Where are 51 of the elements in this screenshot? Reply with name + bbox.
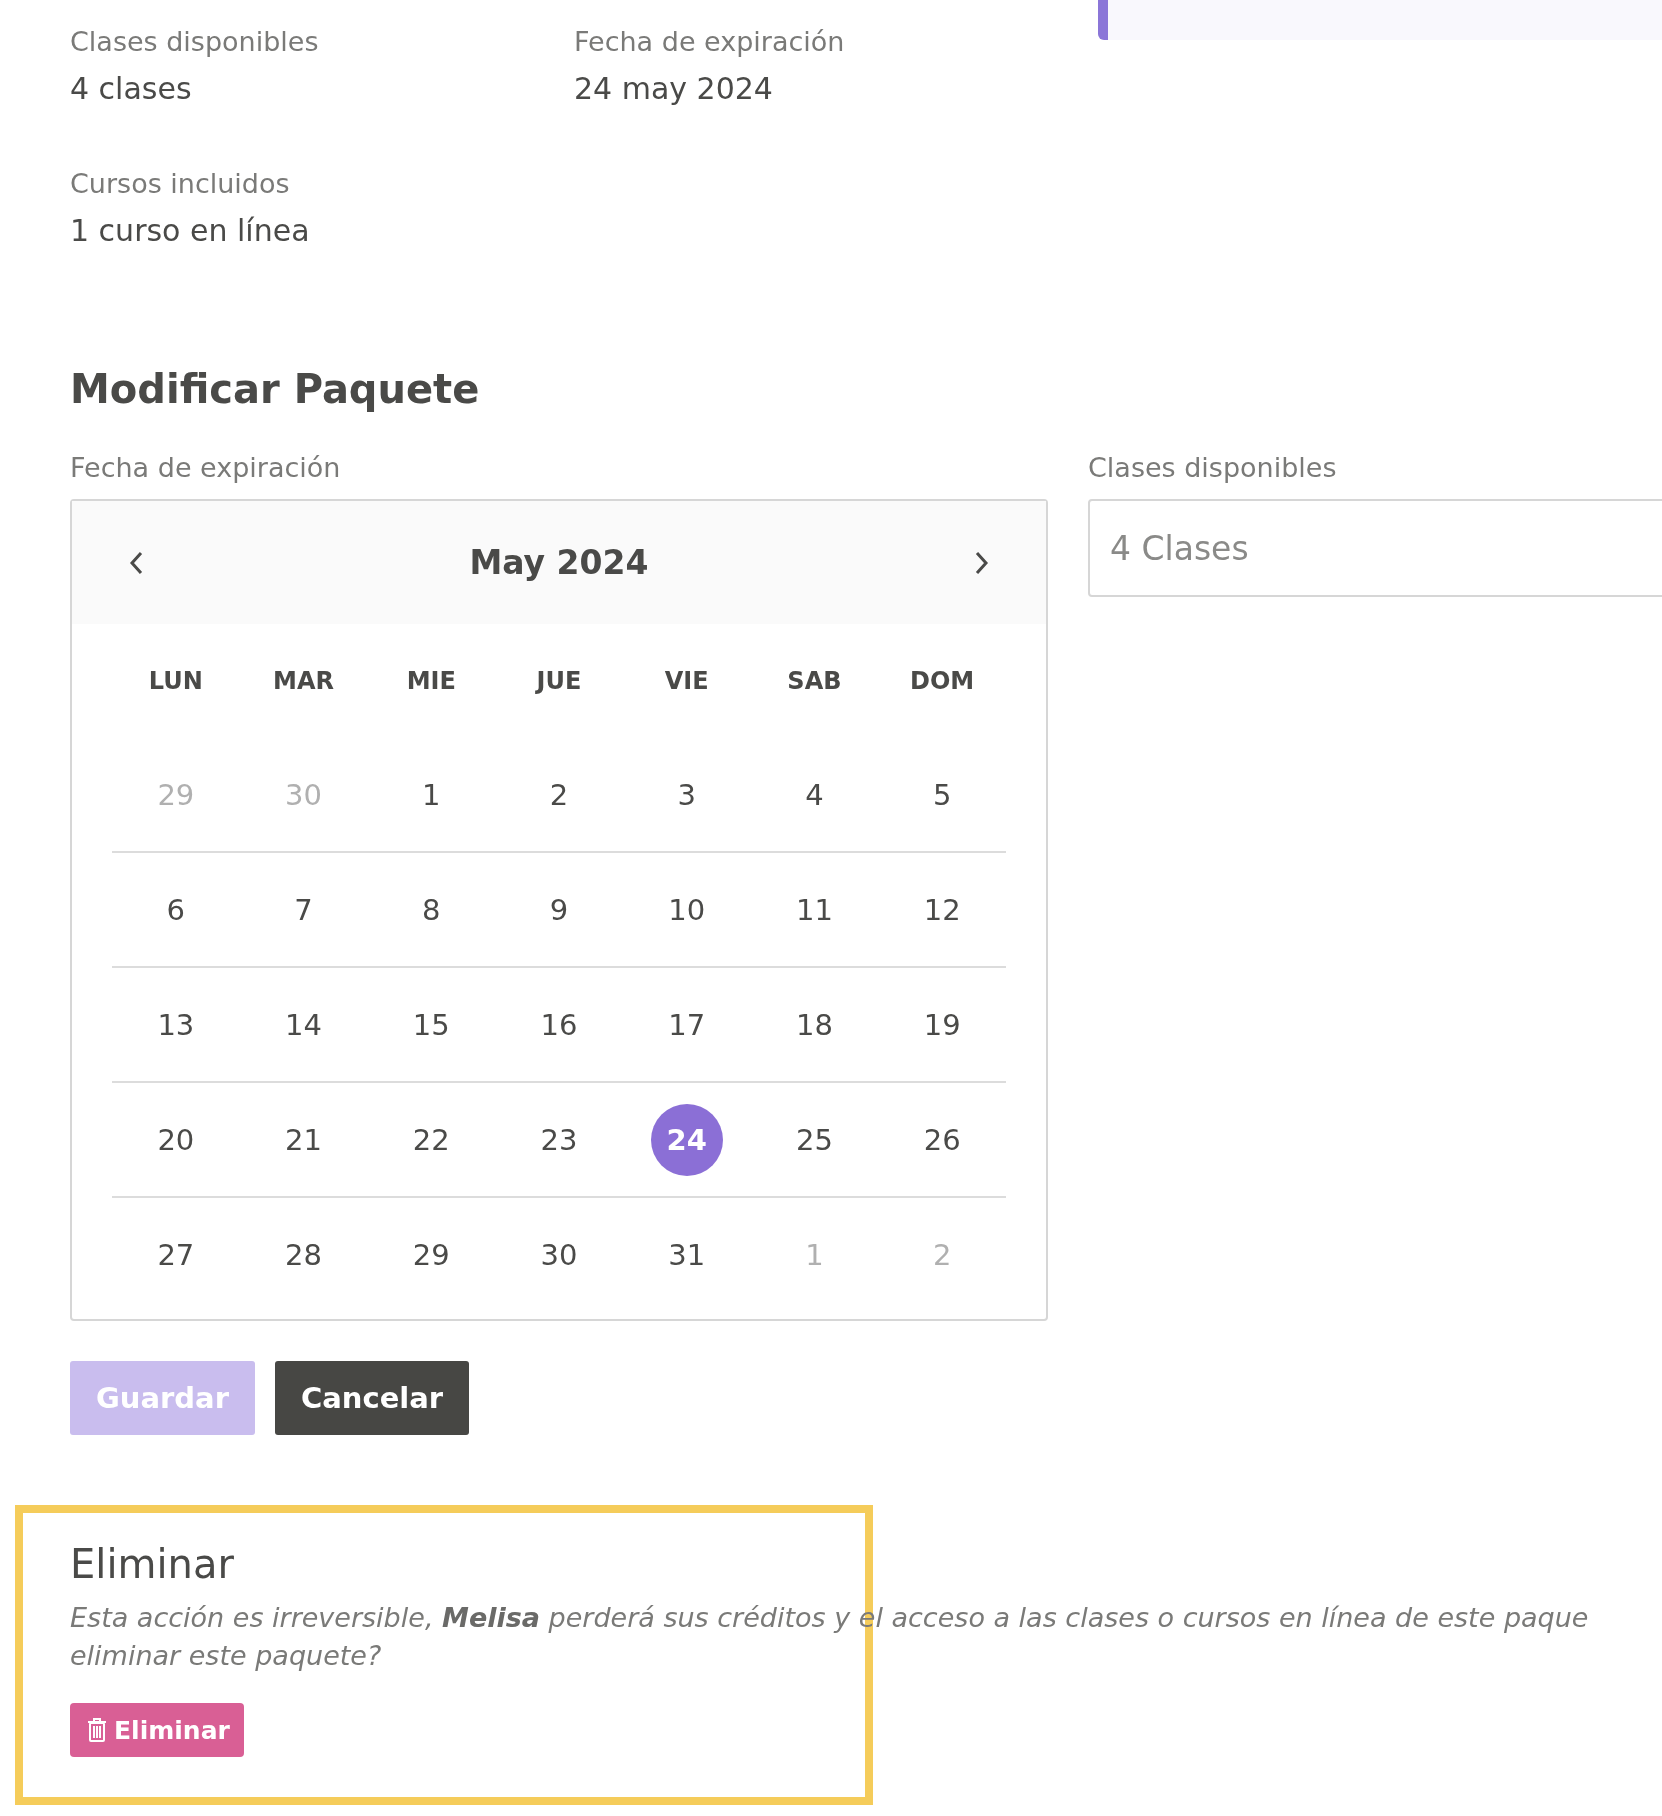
calendar-day[interactable]: 15 — [395, 988, 468, 1061]
calendar-day[interactable]: 14 — [267, 988, 340, 1061]
info-value: 1 curso en línea — [70, 213, 311, 248]
calendar-day[interactable]: 3 — [650, 758, 723, 831]
calendar-day[interactable]: 11 — [778, 873, 851, 946]
weekday-label: SAB — [787, 667, 842, 695]
info-value: 4 clases — [70, 71, 193, 106]
section-title: Eliminar — [70, 1541, 235, 1587]
calendar-day[interactable]: 28 — [267, 1218, 340, 1291]
calendar-day[interactable]: 22 — [395, 1103, 468, 1176]
calendar-day[interactable]: 4 — [778, 758, 851, 831]
calendar-day[interactable]: 30 — [523, 1218, 595, 1291]
calendar-day[interactable]: 17 — [650, 988, 723, 1061]
info-value: 24 may 2024 — [574, 71, 774, 106]
calendar-day[interactable]: 21 — [267, 1103, 340, 1176]
weekday-label: JUE — [536, 667, 582, 695]
weekday-label: DOM — [910, 667, 975, 695]
weekday-label: LUN — [148, 667, 203, 695]
weekday-label: MIE — [406, 667, 456, 695]
calendar-day[interactable]: 27 — [139, 1218, 212, 1291]
calendar-day[interactable]: 23 — [523, 1103, 595, 1176]
calendar-day[interactable]: 13 — [139, 988, 212, 1061]
calendar-day[interactable]: 18 — [778, 988, 851, 1061]
calendar-day[interactable]: 9 — [523, 873, 595, 946]
field-label: Clases disponibles — [1088, 452, 1338, 483]
calendar-day[interactable]: 25 — [778, 1103, 851, 1176]
cancel-button[interactable]: Cancelar — [274, 1361, 470, 1435]
calendar-day[interactable]: 12 — [906, 873, 979, 946]
calendar-day[interactable]: 29 — [395, 1218, 468, 1291]
calendar-day[interactable]: 2 — [523, 758, 595, 831]
calendar-day[interactable]: 5 — [906, 758, 979, 831]
field-label: Fecha de expiración — [70, 452, 342, 483]
calendar-day[interactable]: 7 — [267, 873, 340, 946]
calendar-day[interactable]: 8 — [395, 873, 468, 946]
weekday-label: MAR — [273, 667, 335, 695]
info-label: Clases disponibles — [70, 26, 320, 57]
calendar-day[interactable]: 20 — [139, 1103, 212, 1176]
calendar-day[interactable]: 6 — [139, 873, 212, 946]
calendar-day[interactable]: 16 — [523, 988, 595, 1061]
selected-day[interactable]: 24 — [650, 1103, 723, 1176]
section-title: Modificar Paquete — [70, 366, 481, 412]
calendar-day[interactable]: 1 — [395, 758, 468, 831]
info-label: Fecha de expiración — [574, 26, 846, 57]
weekday-label: VIE — [664, 667, 709, 695]
calendar-day[interactable]: 31 — [650, 1218, 723, 1291]
month-title: May 2024 — [469, 543, 649, 582]
calendar-day[interactable]: 19 — [906, 988, 979, 1061]
calendar-day[interactable]: 26 — [906, 1103, 979, 1176]
info-label: Cursos incluidos — [70, 168, 291, 199]
calendar-day[interactable]: 10 — [650, 873, 723, 946]
trash-icon — [86, 1717, 108, 1743]
